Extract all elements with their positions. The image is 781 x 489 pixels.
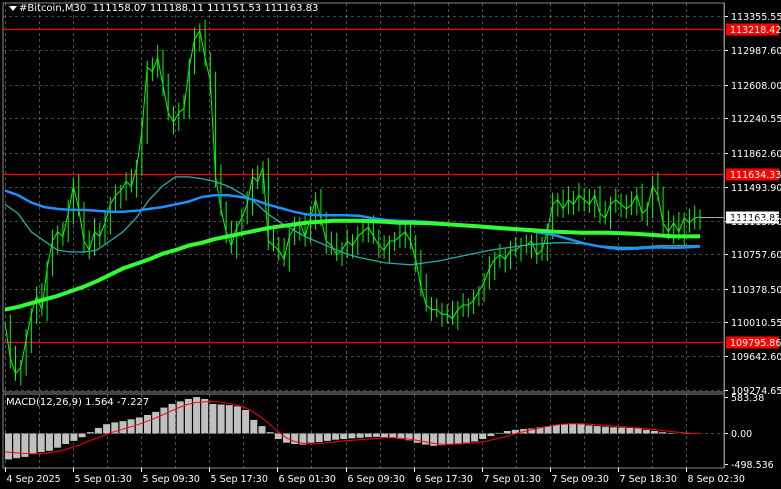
macd-bar [250,419,258,434]
macd-bar [552,424,560,434]
macd-bar [45,433,53,451]
y-tick-label: 110378.50 [731,285,781,296]
macd-bar [381,433,389,438]
macd-bar [422,433,429,445]
macd-bar [258,426,266,434]
macd-bar [332,433,340,440]
macd-bar [593,426,601,434]
macd-bar [495,432,503,434]
macd-bar [225,405,233,434]
macd-bar [561,424,568,434]
macd-bar [201,398,209,434]
macd-bar [610,427,618,434]
y-tick-label: 109642.60 [731,352,781,363]
macd-bar [103,424,111,434]
y-tick-label: 112240.55 [731,114,781,125]
macd-bar [78,433,86,438]
y-tick-label: 110757.60 [731,250,781,261]
macd-bar [634,428,642,434]
macd-indicator-label: MACD(12,26,9) 1.564 -7.227 [6,397,150,408]
macd-bar [94,427,102,434]
level-tag-label: 113218.42 [730,25,781,36]
y-tick-label: 111862.60 [731,149,781,160]
macd-bar [5,433,12,460]
level-tag-label: 109795.86 [730,338,781,349]
macd-bar [323,433,331,441]
x-tick-label: 6 Sep 09:30 [348,474,405,485]
macd-bar [152,411,160,434]
x-tick-label: 5 Sep 09:30 [143,474,200,485]
macd-bar [372,433,380,437]
x-tick-label: 6 Sep 17:30 [416,474,473,485]
macd-bar [242,410,250,434]
macd-bar [503,431,511,434]
macd-bar [479,433,487,439]
macd-bar [62,433,70,444]
macd-bar [307,433,315,443]
macd-bar [168,403,176,434]
macd-bar [389,433,397,438]
x-tick-label: 7 Sep 09:30 [552,474,609,485]
chart-canvas: 113218.42111634.33109795.86 111163.83 4 … [0,0,781,489]
macd-bar [160,407,168,434]
macd-bar [37,433,45,452]
macd-bar [454,433,462,444]
y-tick-label: 110010.55 [731,318,781,329]
x-tick-label: 7 Sep 18:30 [620,474,677,485]
y-tick-label: 111493.90 [731,183,781,194]
macd-bar [144,415,151,434]
y-tick-label: 112608.00 [731,81,781,92]
macd-bar [446,433,454,444]
macd-bar [356,433,364,438]
macd-bar [413,433,421,443]
symbol-label: #Bitcoin,M30 [19,3,87,14]
macd-bar [340,433,348,439]
macd-bar [119,421,127,434]
y-tick-label: 113355.55 [731,12,781,23]
macd-bar [266,432,274,434]
macd-bar [471,433,479,442]
level-tag-label: 111634.33 [730,170,781,181]
macd-bar [659,432,667,434]
macd-y-tick-label: 0.00 [731,429,752,440]
x-tick-label: 5 Sep 01:30 [75,474,132,485]
macd-bar [209,403,217,434]
dropdown-triangle-icon[interactable] [9,5,17,11]
macd-bar [650,431,658,434]
macd-bar [217,404,225,434]
macd-bar [13,433,21,459]
macd-bar [585,425,593,434]
y-tick-label: 112987.60 [731,46,781,57]
macd-bar [618,427,626,434]
x-tick-label: 4 Sep 2025 [7,474,61,485]
macd-y-tick-label: 583.38 [731,393,764,404]
x-tick-label: 7 Sep 01:30 [484,474,541,485]
macd-bar [642,429,650,434]
macd-bar [70,433,78,441]
macd-bar [54,433,62,448]
macd-bar [348,433,356,439]
y-tick-label: 111115.90 [731,217,781,228]
x-tick-label: 5 Sep 17:30 [211,474,268,485]
macd-bar [626,427,634,434]
ohlc-label: 111158.07 111188.11 111151.53 111163.83 [92,3,319,14]
macd-bar [233,406,241,434]
macd-bar [438,433,446,446]
macd-bar [569,423,577,434]
chart-header: #Bitcoin,M30 111158.07 111188.11 111151.… [9,3,318,14]
x-tick-label: 6 Sep 01:30 [279,474,336,485]
macd-bar [487,433,495,436]
macd-bar [667,432,675,434]
macd-bar [86,432,94,434]
macd-bar [364,433,372,438]
macd-y-tick-label: -498.536 [731,460,774,471]
macd-bar [601,426,609,434]
macd-bar [462,433,470,443]
x-tick-label: 8 Sep 02:30 [688,474,745,485]
macd-bar [315,433,323,443]
macd-bar [29,433,37,454]
macd-bar [274,433,282,439]
macd-bar [577,424,585,434]
